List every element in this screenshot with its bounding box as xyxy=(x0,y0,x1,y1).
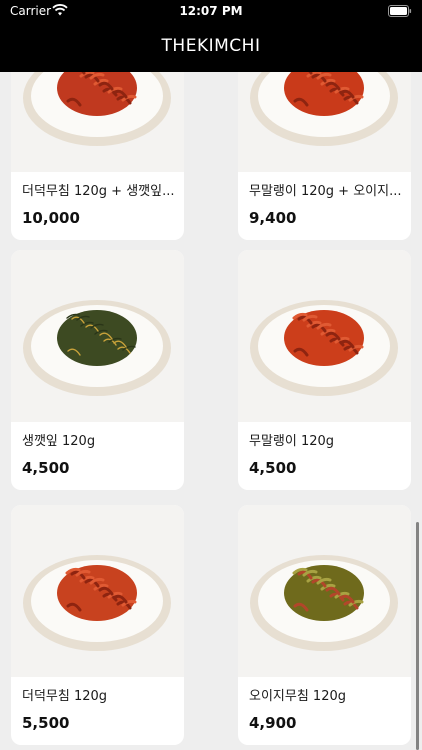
product-card[interactable]: 더덕무침 120g + 생깻잎... 10,000 xyxy=(11,72,184,240)
product-title: 더덕무침 120g + 생깻잎... xyxy=(22,184,175,199)
product-price: 4,900 xyxy=(249,714,297,732)
product-card[interactable]: 더덕무침 120g 5,500 xyxy=(11,505,184,745)
product-card[interactable]: 생깻잎 120g 4,500 xyxy=(11,250,184,490)
navigation-bar: Carrier 12:07 PM THEKIMCHI xyxy=(0,0,422,72)
product-title: 더덕무침 120g xyxy=(22,689,108,704)
page-title: THEKIMCHI xyxy=(161,36,261,56)
status-bar: Carrier 12:07 PM xyxy=(0,0,422,24)
product-card[interactable]: 무말랭이 120g 4,500 xyxy=(238,250,411,490)
product-price: 9,400 xyxy=(249,209,297,227)
product-card[interactable]: 오이지무침 120g 4,900 xyxy=(238,505,411,745)
product-price: 4,500 xyxy=(249,459,297,477)
product-image xyxy=(238,505,411,677)
product-image xyxy=(11,505,184,677)
product-image xyxy=(11,250,184,422)
battery-icon xyxy=(388,5,412,17)
product-image xyxy=(238,72,411,172)
product-card[interactable]: 무말랭이 120g + 오이지... 9,400 xyxy=(238,72,411,240)
product-list[interactable]: 더덕무침 120g + 생깻잎... 10,000 무말랭이 120g + 오이지.… xyxy=(0,72,422,750)
product-image xyxy=(238,250,411,422)
product-title: 무말랭이 120g + 오이지... xyxy=(249,184,402,199)
product-price: 4,500 xyxy=(22,459,70,477)
scrollbar[interactable] xyxy=(416,522,419,750)
product-title: 무말랭이 120g xyxy=(249,434,335,449)
product-price: 10,000 xyxy=(22,209,80,227)
product-title: 오이지무침 120g xyxy=(249,689,346,704)
product-title: 생깻잎 120g xyxy=(22,434,96,449)
product-price: 5,500 xyxy=(22,714,70,732)
status-time: 12:07 PM xyxy=(179,4,243,18)
product-image xyxy=(11,72,184,172)
